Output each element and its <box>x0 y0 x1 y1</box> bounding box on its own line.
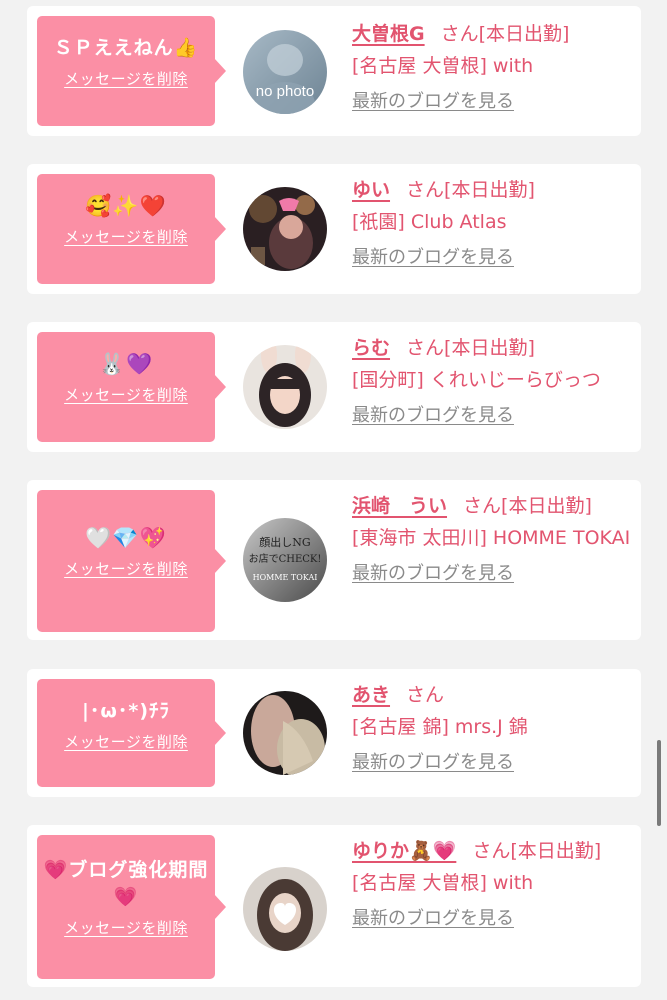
cast-name-link[interactable]: あき <box>352 684 390 706</box>
cast-info: 浜崎 うい さん[本日出勤] [東海市 太田川] HOMME TOKAI 最新のブ… <box>352 490 634 590</box>
shop-name: [名古屋 大曽根] with <box>352 55 534 77</box>
cast-info: ゆりか🧸💗 さん[本日出勤] [名古屋 大曽根] with 最新のブログを見る <box>352 835 634 935</box>
delete-message-link[interactable]: メッセージを削除 <box>43 226 209 247</box>
avatar[interactable] <box>243 187 327 271</box>
message-text: 🥰✨❤️ <box>85 194 167 218</box>
latest-blog-link[interactable]: 最新のブログを見る <box>352 400 634 432</box>
message-bubble: 🐰💜 メッセージを削除 <box>37 332 226 442</box>
cast-name-link[interactable]: ゆりか🧸💗 <box>352 840 456 862</box>
delete-message-link[interactable]: メッセージを削除 <box>43 68 209 89</box>
latest-blog-link[interactable]: 最新のブログを見る <box>352 242 634 274</box>
status-badge: [本日出勤] <box>510 840 602 862</box>
cast-info: 大曽根G さん[本日出勤] [名古屋 大曽根] with 最新のブログを見る <box>352 18 634 118</box>
message-text: 💗ブログ強化期間💗 <box>43 859 209 908</box>
avatar-caption: 顔出しNG <box>259 535 310 549</box>
avatar-caption: HOMME TOKAI <box>253 573 318 582</box>
message-card: |･ω･*)ﾁﾗ メッセージを削除 あき さん [名古屋 錦] mrs.J 錦 最… <box>27 669 641 797</box>
message-card: 🐰💜 メッセージを削除 らむ さん[本日出勤] [国分町] くれいじーらびっつ 最… <box>27 322 641 452</box>
latest-blog-link[interactable]: 最新のブログを見る <box>352 903 634 935</box>
cast-info: あき さん [名古屋 錦] mrs.J 錦 最新のブログを見る <box>352 679 634 779</box>
message-bubble: 🥰✨❤️ メッセージを削除 <box>37 174 226 284</box>
honorific: さん <box>472 840 511 862</box>
cast-name-link[interactable]: らむ <box>352 337 390 359</box>
honorific: さん <box>406 684 445 706</box>
message-card: ＳＰええねん👍 メッセージを削除 no photo 大曽根G さん[本日出勤] [… <box>27 6 641 136</box>
status-badge: [本日出勤] <box>478 23 570 45</box>
cast-name-link[interactable]: 浜崎 うい <box>352 495 447 517</box>
avatar[interactable]: 顔出しNG お店でCHECK! HOMME TOKAI <box>243 518 327 602</box>
delete-message-link[interactable]: メッセージを削除 <box>43 917 209 938</box>
avatar[interactable] <box>243 867 327 951</box>
honorific: さん <box>406 179 445 201</box>
delete-message-link[interactable]: メッセージを削除 <box>43 731 209 752</box>
status-badge: [本日出勤] <box>444 337 535 359</box>
cast-info: ゆい さん[本日出勤] [祇園] Club Atlas 最新のブログを見る <box>352 174 634 274</box>
message-bubble: 💗ブログ強化期間💗 メッセージを削除 <box>37 835 226 979</box>
shop-name: [祇園] Club Atlas <box>352 211 507 233</box>
no-photo-text: no photo <box>256 83 314 100</box>
cast-name-link[interactable]: 大曽根G <box>352 23 425 45</box>
message-bubble: 🤍💎💖 メッセージを削除 <box>37 490 226 632</box>
message-card: 🥰✨❤️ メッセージを削除 ゆい さん[本日出勤] [祇園] Club Atlas… <box>27 164 641 294</box>
shop-name: [名古屋 大曽根] with <box>352 872 534 894</box>
honorific: さん <box>406 337 445 359</box>
delete-message-link[interactable]: メッセージを削除 <box>43 384 209 405</box>
honorific: さん <box>440 23 479 45</box>
message-text: ＳＰええねん👍 <box>53 37 199 59</box>
status-badge: [本日出勤] <box>444 179 535 201</box>
shop-name: [東海市 太田川] HOMME TOKAI <box>352 527 631 549</box>
scrollbar[interactable] <box>657 740 661 826</box>
honorific: さん <box>463 495 502 517</box>
shop-name: [国分町] くれいじーらびっつ <box>352 369 601 391</box>
latest-blog-link[interactable]: 最新のブログを見る <box>352 558 634 590</box>
shop-name: [名古屋 錦] mrs.J 錦 <box>352 716 528 738</box>
avatar-caption: お店でCHECK! <box>249 552 322 565</box>
delete-message-link[interactable]: メッセージを削除 <box>43 558 209 579</box>
cast-name-link[interactable]: ゆい <box>352 179 390 201</box>
latest-blog-link[interactable]: 最新のブログを見る <box>352 86 634 118</box>
cast-info: らむ さん[本日出勤] [国分町] くれいじーらびっつ 最新のブログを見る <box>352 332 634 432</box>
message-card: 💗ブログ強化期間💗 メッセージを削除 ゆりか🧸💗 さん[本日出勤] [名古屋 大曽… <box>27 825 641 987</box>
message-text: 🤍💎💖 <box>85 526 167 550</box>
avatar[interactable] <box>243 345 327 429</box>
message-text: |･ω･*)ﾁﾗ <box>81 700 171 722</box>
message-bubble: |･ω･*)ﾁﾗ メッセージを削除 <box>37 679 226 787</box>
message-text: 🐰💜 <box>98 352 154 376</box>
status-badge: [本日出勤] <box>501 495 592 517</box>
message-card: 🤍💎💖 メッセージを削除 顔出しNG お店でCHECK! HOMME TOKAI… <box>27 480 641 640</box>
latest-blog-link[interactable]: 最新のブログを見る <box>352 747 634 779</box>
avatar[interactable] <box>243 691 327 775</box>
avatar[interactable]: no photo <box>243 30 327 114</box>
message-bubble: ＳＰええねん👍 メッセージを削除 <box>37 16 226 126</box>
